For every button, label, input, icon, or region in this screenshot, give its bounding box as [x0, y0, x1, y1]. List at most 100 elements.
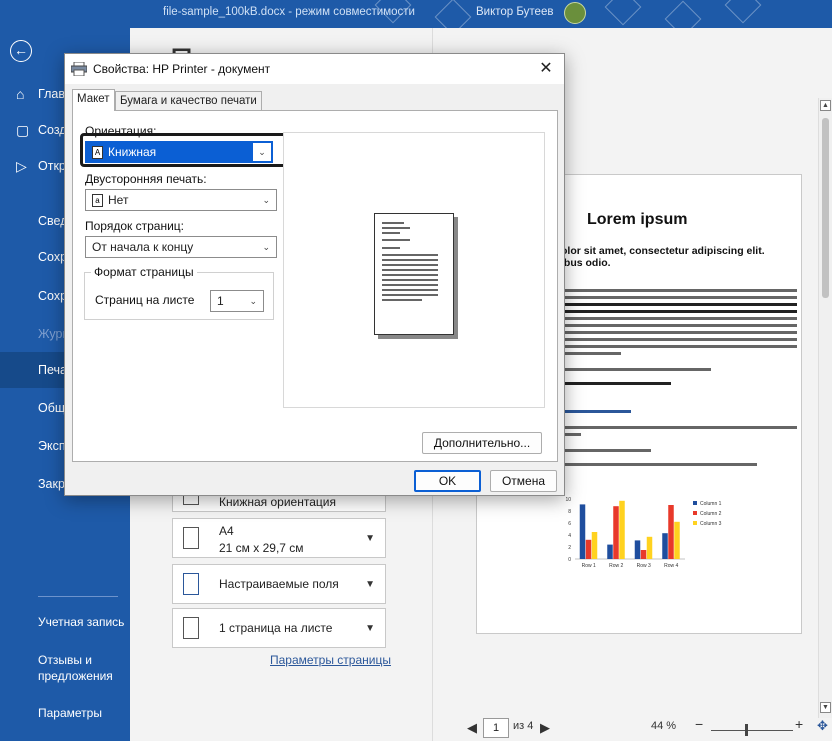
orientation-select[interactable]: A Книжная ⌄	[85, 141, 273, 163]
bar	[619, 500, 625, 559]
cancel-button[interactable]: Отмена	[490, 470, 557, 492]
chevron-down-icon: ▼	[365, 579, 375, 590]
text-line	[382, 284, 438, 286]
zoom-slider[interactable]	[711, 730, 793, 731]
nav-item-feedback[interactable]: Отзывы и предложения	[38, 652, 128, 684]
text-line	[382, 247, 400, 249]
preview-scrollbar[interactable]: ▲ ▼	[818, 98, 832, 718]
portrait-page-preview	[374, 213, 454, 335]
text-line	[561, 289, 797, 292]
prev-page-icon[interactable]: ◀	[467, 720, 477, 736]
text-line	[382, 232, 400, 234]
back-arrow-icon[interactable]: ←	[10, 40, 32, 62]
page-order-select[interactable]: От начала к концу ⌄	[85, 236, 277, 258]
x-tick-label: Row 3	[637, 563, 651, 569]
text-line	[382, 222, 404, 224]
close-icon[interactable]: ✕	[536, 59, 556, 79]
text-line	[561, 303, 797, 306]
page-format-group-title: Формат страницы	[91, 265, 197, 279]
y-tick-label: 2	[568, 545, 571, 551]
decorative-hexagon	[604, 0, 642, 26]
tab-layout[interactable]: Макет	[72, 89, 115, 111]
y-tick-label: 4	[568, 533, 571, 539]
chevron-down-icon: ▼	[365, 533, 375, 544]
text-line	[382, 274, 438, 276]
page-number-input[interactable]: 1	[483, 718, 509, 738]
avatar[interactable]	[564, 2, 586, 24]
window-titlebar: file-sample_100kB.docx - режим совместим…	[130, 0, 832, 38]
text-line	[382, 294, 438, 296]
user-name[interactable]: Виктор Бутеев	[476, 6, 553, 18]
zoom-out-icon[interactable]: −	[695, 716, 703, 732]
chevron-down-icon: ⌄	[249, 296, 257, 306]
zoom-slider-thumb[interactable]	[745, 724, 748, 736]
bar	[591, 532, 598, 559]
bar	[634, 540, 641, 559]
scroll-thumb[interactable]	[822, 118, 829, 298]
nav-item-account[interactable]: Учетная запись	[38, 614, 128, 630]
legend-swatch	[693, 501, 697, 505]
text-line	[561, 463, 757, 466]
printer-properties-dialog: Свойства: HP Printer - документ ✕ Макет …	[64, 53, 565, 496]
document-title: file-sample_100kB.docx - режим совместим…	[163, 6, 415, 18]
dialog-title: Свойства: HP Printer - документ	[93, 62, 271, 76]
dialog-titlebar: Свойства: HP Printer - документ ✕	[65, 54, 564, 84]
bar	[646, 536, 653, 559]
text-line	[382, 227, 410, 229]
decorative-hexagon	[724, 0, 762, 24]
page-order-label: Порядок страниц:	[85, 219, 184, 233]
portrait-page-icon: A	[92, 146, 103, 160]
pages-per-sheet-label: Страниц на листе	[95, 293, 195, 307]
legend-label: Column 2	[700, 511, 722, 517]
legend-swatch	[693, 511, 697, 515]
text-line	[561, 317, 797, 320]
text-line	[382, 269, 438, 271]
x-tick-label: Row 2	[609, 563, 623, 569]
margins-setting[interactable]: Настраиваемые поля ▼	[172, 564, 386, 604]
text-line	[561, 352, 621, 355]
duplex-select[interactable]: a Нет ⌄	[85, 189, 277, 211]
ok-button[interactable]: OK	[414, 470, 481, 492]
text-line	[561, 324, 797, 327]
tab-paper-quality[interactable]: Бумага и качество печати	[115, 91, 262, 111]
text-line	[382, 259, 438, 261]
text-line	[561, 338, 797, 341]
margins-icon	[183, 573, 199, 595]
bar	[640, 550, 647, 559]
paper-size-setting[interactable]: A4 21 см x 29,7 см ▼	[172, 518, 386, 558]
text-line	[561, 345, 797, 348]
page-icon: a	[92, 194, 103, 208]
preview-chart: 0 2 4 6 8 10 Row 1 Row 2 Row 3 Row 4 Column 1 Colum…	[565, 497, 722, 569]
scroll-up-icon[interactable]: ▲	[820, 100, 831, 111]
text-line	[382, 289, 438, 291]
x-tick-label: Row 1	[582, 563, 596, 569]
text-line	[382, 239, 410, 241]
bar	[674, 521, 680, 559]
legend-label: Column 3	[700, 521, 722, 527]
text-line	[561, 410, 631, 413]
zoom-in-icon[interactable]: +	[795, 716, 803, 732]
home-icon: ⌂	[16, 86, 25, 102]
text-line	[561, 331, 797, 334]
preview-subtitle: olor sit amet, consectetur adipiscing el…	[561, 245, 765, 269]
chevron-down-icon: ⌄	[253, 143, 271, 161]
bar	[662, 533, 668, 559]
pages-per-sheet-select[interactable]: 1 ⌄	[210, 290, 264, 312]
paper-icon	[183, 527, 199, 549]
layout-preview-panel	[283, 132, 545, 408]
text-line	[382, 264, 438, 266]
fit-page-icon[interactable]: ✥	[817, 718, 828, 734]
new-document-icon: ▢	[16, 122, 30, 138]
pages-per-sheet-setting[interactable]: 1 страница на листе ▼	[172, 608, 386, 648]
folder-open-icon: ▷	[16, 158, 27, 174]
pages-per-sheet-icon	[183, 617, 199, 639]
scroll-down-icon[interactable]: ▼	[820, 702, 831, 713]
next-page-icon[interactable]: ▶	[540, 720, 550, 736]
page-setup-link[interactable]: Параметры страницы	[270, 653, 391, 667]
legend-swatch	[693, 521, 697, 525]
preview-title: Lorem ipsum	[587, 211, 688, 228]
duplex-label: Двусторонняя печать:	[85, 172, 207, 186]
bar	[607, 544, 613, 559]
nav-item-options[interactable]: Параметры	[38, 705, 128, 721]
advanced-button[interactable]: Дополнительно...	[422, 432, 542, 454]
